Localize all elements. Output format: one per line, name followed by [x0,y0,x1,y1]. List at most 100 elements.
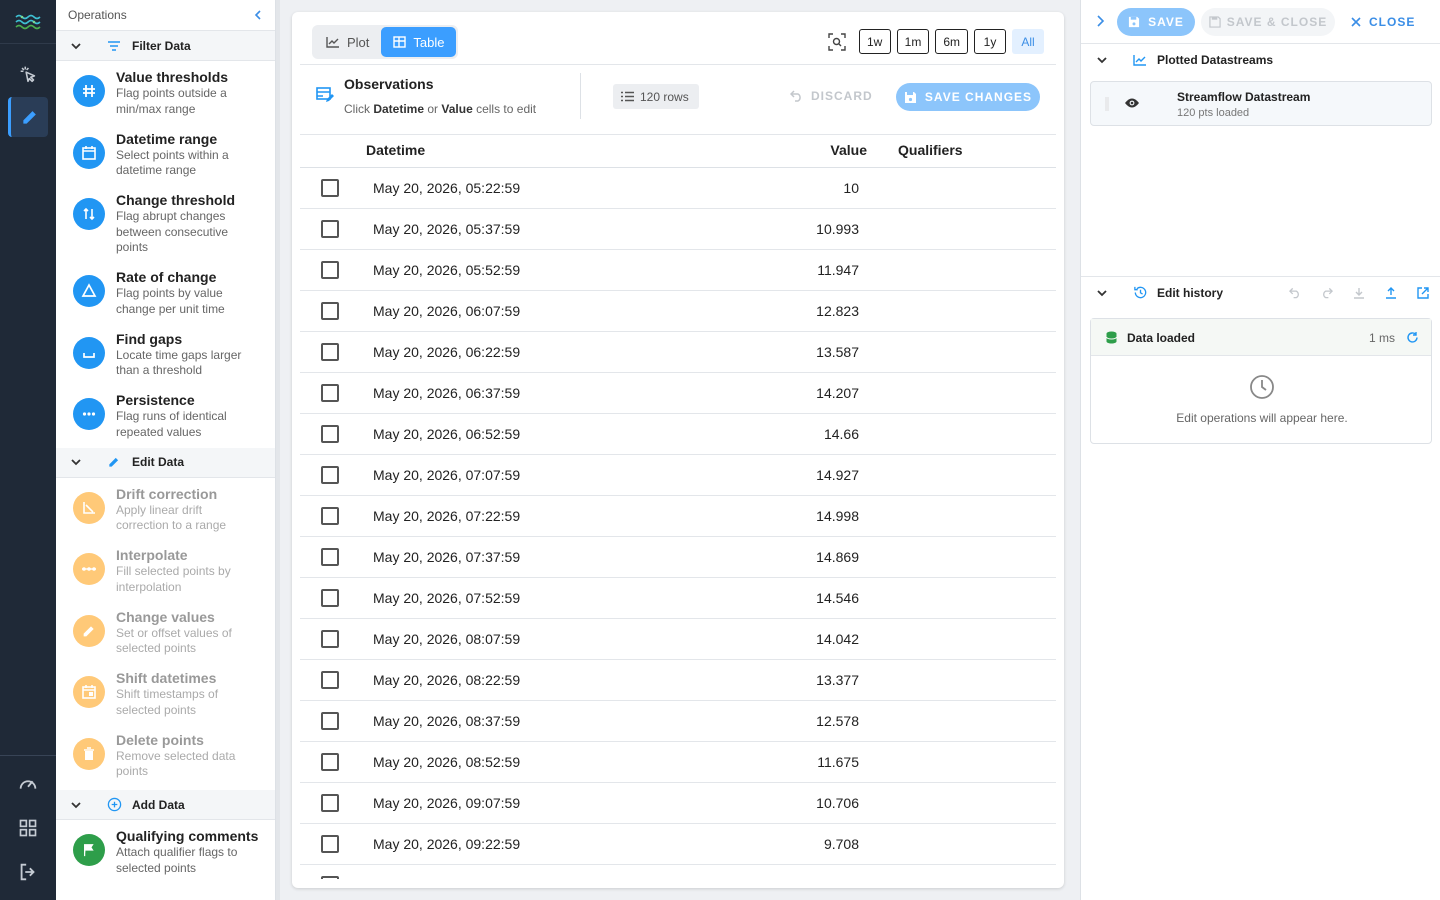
value-cell[interactable]: 11.947 [817,262,859,278]
value-cell[interactable]: 10 [843,180,859,196]
value-cell[interactable]: 12.578 [816,713,859,729]
op-change-threshold[interactable]: Change threshold Flag abrupt changes betw… [56,184,275,261]
zoom-fit-button[interactable] [825,30,849,54]
row-checkbox[interactable] [321,712,339,730]
value-cell[interactable]: 9.708 [824,836,859,852]
op-drift-correction[interactable]: Drift correction Apply linear drift corre… [56,478,275,540]
datetime-cell[interactable]: May 20, 2026, 05:37:59 [373,221,520,237]
edit-history-header[interactable]: Edit history [1081,276,1440,308]
row-checkbox[interactable] [321,261,339,279]
redo-icon[interactable] [1321,287,1333,299]
table-row[interactable]: May 20, 2026, 06:52:59 14.66 [300,414,1056,455]
eye-icon[interactable] [1124,97,1140,109]
op-rate-of-change[interactable]: Rate of change Flag points by value chang… [56,261,275,323]
value-cell[interactable]: 13.377 [816,672,859,688]
op-value-thresholds[interactable]: Value thresholds Flag points outside a mi… [56,61,275,123]
datetime-cell[interactable]: May 20, 2026, 07:37:59 [373,549,520,565]
table-row[interactable]: May 20, 2026, 09:07:59 10.706 [300,783,1056,824]
row-checkbox[interactable] [321,794,339,812]
row-checkbox[interactable] [321,507,339,525]
value-cell[interactable]: 11.675 [817,754,859,770]
plot-view-button[interactable]: Plot [314,27,381,57]
table-row[interactable]: May 20, 2026, 06:37:59 14.207 [300,373,1056,414]
table-row[interactable]: May 20, 2026, 08:22:59 13.377 [300,660,1056,701]
datetime-cell[interactable]: May 20, 2026, 08:22:59 [373,672,520,688]
section-filter-data[interactable]: Filter Data [56,31,275,61]
table-row[interactable]: May 20, 2026, 05:37:59 10.993 [300,209,1056,250]
row-checkbox[interactable] [321,302,339,320]
value-cell[interactable]: 14.207 [816,385,859,401]
column-qualifiers[interactable]: Qualifiers [898,142,963,158]
table-row[interactable]: May 20, 2026, 08:37:59 12.578 [300,701,1056,742]
range-1y-button[interactable]: 1y [974,29,1006,54]
app-logo[interactable] [0,0,56,44]
op-change-values[interactable]: Change values Set or offset values of sel… [56,601,275,663]
save-close-button[interactable]: SAVE & CLOSE [1201,8,1335,36]
upload-icon[interactable] [1385,287,1397,299]
save-changes-button[interactable]: SAVE CHANGES [896,83,1040,111]
datetime-cell[interactable]: May 20, 2026, 05:52:59 [373,262,520,278]
undo-icon[interactable] [1289,287,1301,299]
row-checkbox[interactable] [321,753,339,771]
value-cell[interactable]: 13.587 [816,344,859,360]
table-row[interactable]: May 20, 2026, 05:22:59 10 [300,168,1056,209]
table-view-button[interactable]: Table [381,27,457,57]
rail-select-button[interactable] [8,54,48,94]
row-checkbox[interactable] [321,835,339,853]
rail-apps-button[interactable] [8,808,48,848]
range-all-button[interactable]: All [1012,29,1044,54]
datetime-cell[interactable]: May 20, 2026, 08:37:59 [373,713,520,729]
row-checkbox[interactable] [321,343,339,361]
collapse-panel-icon[interactable] [253,10,263,20]
op-shift-datetimes[interactable]: Shift datetimes Shift timestamps of selec… [56,662,275,724]
datetime-cell[interactable]: May 20, 2026, 09:22:59 [373,836,520,852]
row-checkbox[interactable] [321,466,339,484]
datastream-card[interactable]: Streamflow Datastream 120 pts loaded [1090,81,1432,126]
value-cell[interactable]: 14.546 [816,590,859,606]
row-checkbox[interactable] [321,179,339,197]
value-cell[interactable]: 14.66 [824,426,859,442]
op-qualifying-comments[interactable]: Qualifying comments Attach qualifier flag… [56,820,275,882]
datetime-cell[interactable]: May 20, 2026, 05:22:59 [373,180,520,196]
value-cell[interactable]: 14.042 [816,631,859,647]
value-cell[interactable]: 12.823 [816,303,859,319]
table-row[interactable]: May 20, 2026, 07:37:59 14.869 [300,537,1056,578]
value-cell[interactable]: 14.927 [816,467,859,483]
row-checkbox[interactable] [321,630,339,648]
op-delete-points[interactable]: Delete points Remove selected data points [56,724,275,786]
range-1w-button[interactable]: 1w [858,29,891,54]
row-checkbox[interactable] [321,384,339,402]
range-6m-button[interactable]: 6m [935,29,968,54]
close-button[interactable]: CLOSE [1351,8,1415,36]
table-row[interactable]: May 20, 2026, 05:52:59 11.947 [300,250,1056,291]
range-1m-button[interactable]: 1m [896,29,930,54]
table-row[interactable]: May 20, 2026, 07:07:59 14.927 [300,455,1056,496]
plotted-datastreams-header[interactable]: Plotted Datastreams [1081,43,1440,75]
table-row[interactable] [300,865,1056,879]
table-row[interactable]: May 20, 2026, 06:07:59 12.823 [300,291,1056,332]
datetime-cell[interactable]: May 20, 2026, 06:52:59 [373,426,520,442]
value-cell[interactable]: 10.993 [816,221,859,237]
download-icon[interactable] [1353,287,1365,299]
row-checkbox[interactable] [321,671,339,689]
rail-edit-button[interactable] [8,97,48,137]
table-row[interactable]: May 20, 2026, 09:22:59 9.708 [300,824,1056,865]
table-row[interactable]: May 20, 2026, 08:52:59 11.675 [300,742,1056,783]
value-cell[interactable]: 14.869 [816,549,859,565]
history-entry[interactable]: Data loaded 1 ms [1091,319,1431,356]
op-find-gaps[interactable]: Find gaps Locate time gaps larger than a … [56,323,275,385]
table-row[interactable]: May 20, 2026, 08:07:59 14.042 [300,619,1056,660]
chevron-right-icon[interactable] [1095,14,1105,28]
rail-logout-button[interactable] [8,852,48,892]
row-checkbox[interactable] [321,548,339,566]
section-add-data[interactable]: Add Data [56,790,275,820]
datetime-cell[interactable]: May 20, 2026, 06:22:59 [373,344,520,360]
table-body[interactable]: May 20, 2026, 05:22:59 10 May 20, 2026, 05… [300,168,1056,879]
panel-splitter[interactable] [276,0,280,900]
datetime-cell[interactable]: May 20, 2026, 07:07:59 [373,467,520,483]
row-checkbox[interactable] [321,220,339,238]
row-checkbox[interactable] [321,425,339,443]
datetime-cell[interactable]: May 20, 2026, 08:07:59 [373,631,520,647]
discard-button[interactable]: DISCARD [790,89,873,103]
datetime-cell[interactable]: May 20, 2026, 06:07:59 [373,303,520,319]
